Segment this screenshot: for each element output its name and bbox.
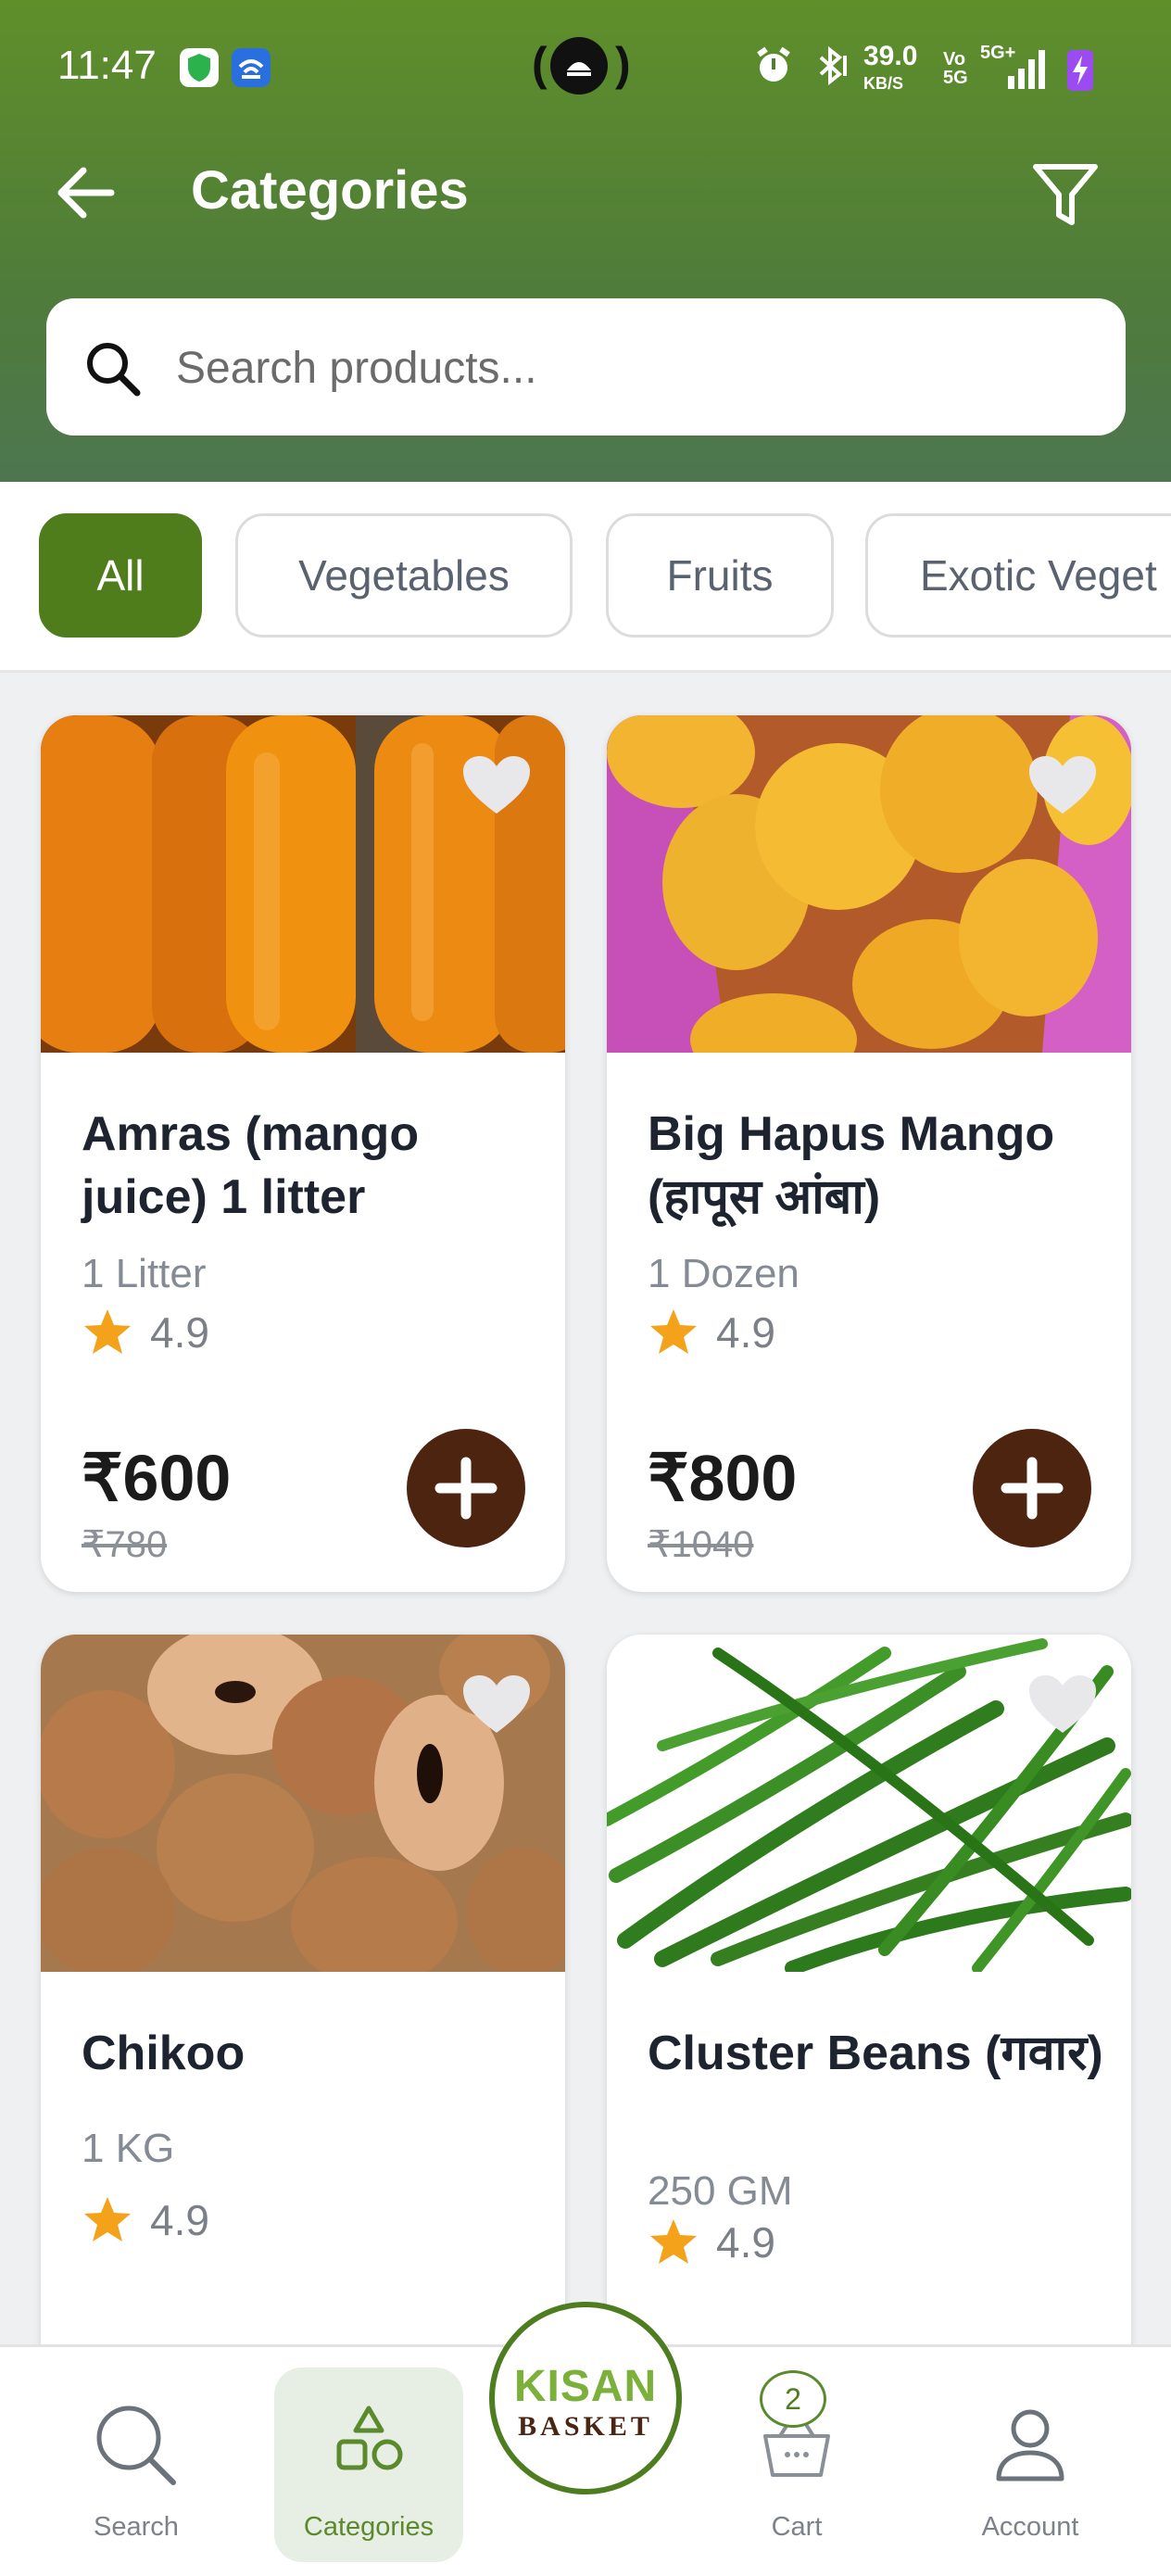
- add-to-cart-button[interactable]: [973, 1429, 1091, 1547]
- product-rating: 4.9: [648, 1307, 775, 1358]
- product-rating: 4.9: [648, 2216, 775, 2268]
- product-name: Amras (mango juice) 1 litter: [82, 1107, 420, 1224]
- rating-value: 4.9: [150, 2196, 209, 2244]
- nav-account[interactable]: Account: [936, 2368, 1125, 2562]
- search-icon: [87, 343, 141, 397]
- product-rating: 4.9: [82, 2194, 209, 2246]
- shapes-icon: [336, 2406, 403, 2470]
- hotspot-indicator: [550, 37, 608, 95]
- product-unit: 1 Litter: [82, 1251, 207, 1296]
- product-price: ₹800: [648, 1442, 798, 1514]
- search-icon: [96, 2406, 176, 2485]
- wifi-app-icon: [232, 48, 271, 87]
- heart-icon[interactable]: [460, 1672, 534, 1738]
- product-card[interactable]: Cluster Beans (गवार) 250 GM 4.9: [607, 1635, 1131, 2394]
- rating-value: 4.9: [716, 2218, 775, 2267]
- vpn-shield-icon: [180, 48, 219, 87]
- add-to-cart-button[interactable]: [407, 1429, 525, 1547]
- plus-icon: [434, 1457, 497, 1520]
- nav-label: Cart: [771, 2512, 823, 2542]
- arrow-left-icon: [57, 167, 115, 219]
- page-title: Categories: [191, 160, 469, 221]
- chip-exotic-vegetables[interactable]: Exotic Veget: [865, 513, 1171, 638]
- search-bar[interactable]: [46, 298, 1126, 436]
- nav-categories[interactable]: Categories: [274, 2368, 463, 2562]
- logo-text-top: KISAN: [513, 2362, 658, 2411]
- search-input[interactable]: [176, 335, 1065, 400]
- star-icon: [84, 2197, 131, 2241]
- star-icon: [84, 1309, 131, 1354]
- battery-charging-icon: [1065, 46, 1095, 97]
- plus-icon: [1001, 1457, 1064, 1520]
- heart-icon[interactable]: [1026, 1672, 1100, 1738]
- product-unit: 250 GM: [648, 2168, 793, 2214]
- original-price: ₹780: [82, 1524, 168, 1565]
- product-name: Cluster Beans (गवार): [648, 2027, 1103, 2080]
- back-button[interactable]: [52, 159, 126, 226]
- signal-icon: [1006, 48, 1047, 95]
- user-icon: [996, 2409, 1064, 2481]
- product-unit: 1 KG: [82, 2126, 175, 2171]
- heart-icon[interactable]: [460, 752, 534, 819]
- product-rating: 4.9: [82, 1307, 209, 1358]
- hotspot-icon-right: ): [615, 38, 631, 90]
- status-time: 11:47: [57, 43, 157, 88]
- net-speed: 39.0 KB/S: [863, 41, 918, 94]
- kisan-basket-logo[interactable]: KISAN BASKET: [489, 2302, 682, 2494]
- cart-count-badge: 2: [760, 2370, 826, 2428]
- bluetooth-icon: [812, 44, 852, 92]
- nav-search[interactable]: Search: [41, 2368, 232, 2562]
- product-name: Chikoo: [82, 2027, 246, 2080]
- original-price: ₹1040: [648, 1524, 754, 1565]
- rating-value: 4.9: [150, 1308, 209, 1357]
- product-card[interactable]: Big Hapus Mango (हापूस आंबा) 1 Dozen 4.9…: [607, 715, 1131, 1592]
- nav-label: Search: [94, 2512, 179, 2542]
- product-name: Big Hapus Mango (हापूस आंबा): [648, 1107, 1055, 1224]
- volte-indicator: Vo 5G: [943, 49, 968, 88]
- filter-button[interactable]: [1028, 158, 1102, 232]
- rating-value: 4.9: [716, 1308, 775, 1357]
- product-unit: 1 Dozen: [648, 1251, 800, 1296]
- app-header: 11:47 ( ) 39.0 KB/S Vo 5G 5G+ Categories: [0, 0, 1171, 482]
- chip-all[interactable]: All: [39, 513, 202, 638]
- heart-icon[interactable]: [1026, 752, 1100, 819]
- nav-label: Categories: [303, 2512, 434, 2542]
- star-icon: [650, 2219, 697, 2264]
- star-icon: [650, 1309, 697, 1354]
- chip-vegetables[interactable]: Vegetables: [235, 513, 573, 638]
- logo-text-bottom: BASKET: [518, 2411, 653, 2442]
- product-card[interactable]: Amras (mango juice) 1 litter 1 Litter 4.…: [41, 715, 565, 1592]
- product-card[interactable]: Chikoo 1 KG 4.9: [41, 1635, 565, 2394]
- product-price: ₹600: [82, 1442, 232, 1514]
- category-chips: All Vegetables Fruits Exotic Veget: [0, 482, 1171, 673]
- alarm-icon: [752, 44, 795, 92]
- chip-fruits[interactable]: Fruits: [606, 513, 834, 638]
- hotspot-icon: (: [532, 38, 548, 90]
- funnel-filter-icon: [1033, 164, 1098, 225]
- nav-label: Account: [981, 2512, 1079, 2542]
